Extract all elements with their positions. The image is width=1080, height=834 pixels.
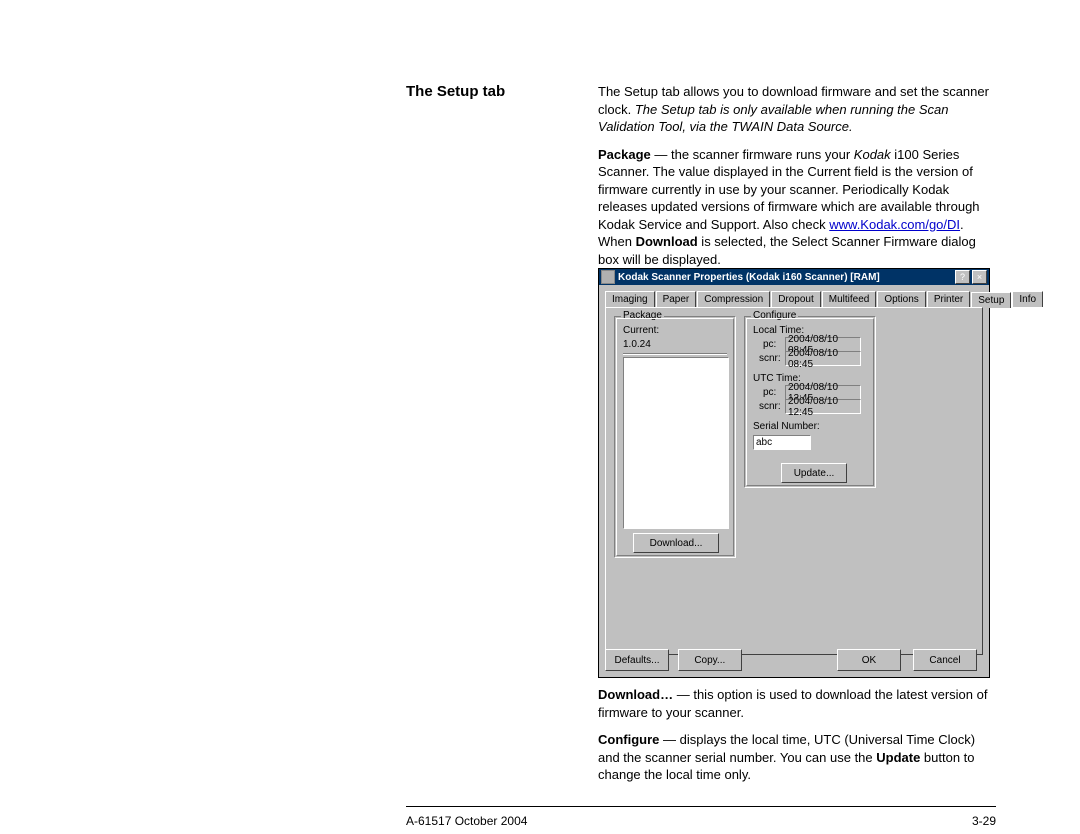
configure-group: Configure Local Time: pc: 2004/08/10 08:… (744, 316, 876, 488)
package-divider (623, 353, 727, 355)
close-button[interactable]: × (972, 270, 987, 284)
tab-printer[interactable]: Printer (927, 291, 970, 307)
setup-tab-panel: Package Current: 1.0.24 Download... Conf… (605, 307, 983, 655)
tab-paper[interactable]: Paper (656, 291, 697, 307)
package-term: Package (598, 147, 651, 162)
download-button[interactable]: Download... (633, 533, 719, 553)
cancel-button[interactable]: Cancel (913, 649, 977, 671)
download-term-2: Download… (598, 687, 673, 702)
firmware-list[interactable] (623, 357, 729, 529)
copy-button[interactable]: Copy... (678, 649, 742, 671)
current-value: 1.0.24 (623, 339, 651, 350)
download-paragraph: Download… — this option is used to downl… (598, 686, 992, 721)
package-text-1: — the scanner firmware runs your (651, 147, 854, 162)
page-footer: A-61517 October 2004 3-29 (406, 814, 996, 828)
tab-compression[interactable]: Compression (697, 291, 770, 307)
ok-button[interactable]: OK (837, 649, 901, 671)
pc-label-1: pc: (763, 339, 776, 350)
tab-dropout[interactable]: Dropout (771, 291, 821, 307)
footer-left: A-61517 October 2004 (406, 814, 527, 828)
scnr-utc-time: 2004/08/10 12:45 (785, 399, 861, 414)
kodak-italic: Kodak (854, 147, 891, 162)
serial-number-label: Serial Number: (753, 421, 820, 432)
tab-setup[interactable]: Setup (971, 292, 1011, 308)
scnr-local-time: 2004/08/10 08:45 (785, 351, 861, 366)
section-heading: The Setup tab (406, 83, 505, 100)
update-term: Update (876, 750, 920, 765)
tab-multifeed[interactable]: Multifeed (822, 291, 877, 307)
dialog-button-bar: Defaults... Copy... OK Cancel (605, 649, 983, 671)
footer-right: 3-29 (972, 814, 996, 828)
footer-rule (406, 806, 996, 807)
package-legend: Package (621, 310, 664, 321)
package-paragraph: Package — the scanner firmware runs your… (598, 146, 992, 269)
pc-label-2: pc: (763, 387, 776, 398)
defaults-button[interactable]: Defaults... (605, 649, 669, 671)
dialog-titlebar: Kodak Scanner Properties (Kodak i160 Sca… (599, 269, 989, 285)
intro-note-italic: The Setup tab is only available when run… (598, 102, 949, 135)
help-button[interactable]: ? (955, 270, 970, 284)
configure-term: Configure (598, 732, 659, 747)
package-group: Package Current: 1.0.24 Download... (614, 316, 736, 558)
download-term: Download (636, 234, 698, 249)
scnr-label-1: scnr: (759, 353, 781, 364)
update-button[interactable]: Update... (781, 463, 847, 483)
tab-options[interactable]: Options (877, 291, 925, 307)
current-label: Current: (623, 325, 659, 336)
tab-strip: Imaging Paper Compression Dropout Multif… (605, 291, 983, 307)
kodak-link[interactable]: www.Kodak.com/go/DI (829, 217, 960, 232)
app-icon (601, 270, 615, 284)
serial-number-value[interactable]: abc (753, 435, 811, 450)
tab-info[interactable]: Info (1012, 291, 1043, 307)
dialog-title: Kodak Scanner Properties (Kodak i160 Sca… (618, 272, 953, 283)
intro-paragraph: The Setup tab allows you to download fir… (598, 83, 992, 136)
scnr-label-2: scnr: (759, 401, 781, 412)
configure-legend: Configure (751, 310, 798, 321)
configure-paragraph: Configure — displays the local time, UTC… (598, 731, 992, 784)
scanner-properties-dialog: Kodak Scanner Properties (Kodak i160 Sca… (598, 268, 990, 678)
tab-imaging[interactable]: Imaging (605, 291, 655, 307)
